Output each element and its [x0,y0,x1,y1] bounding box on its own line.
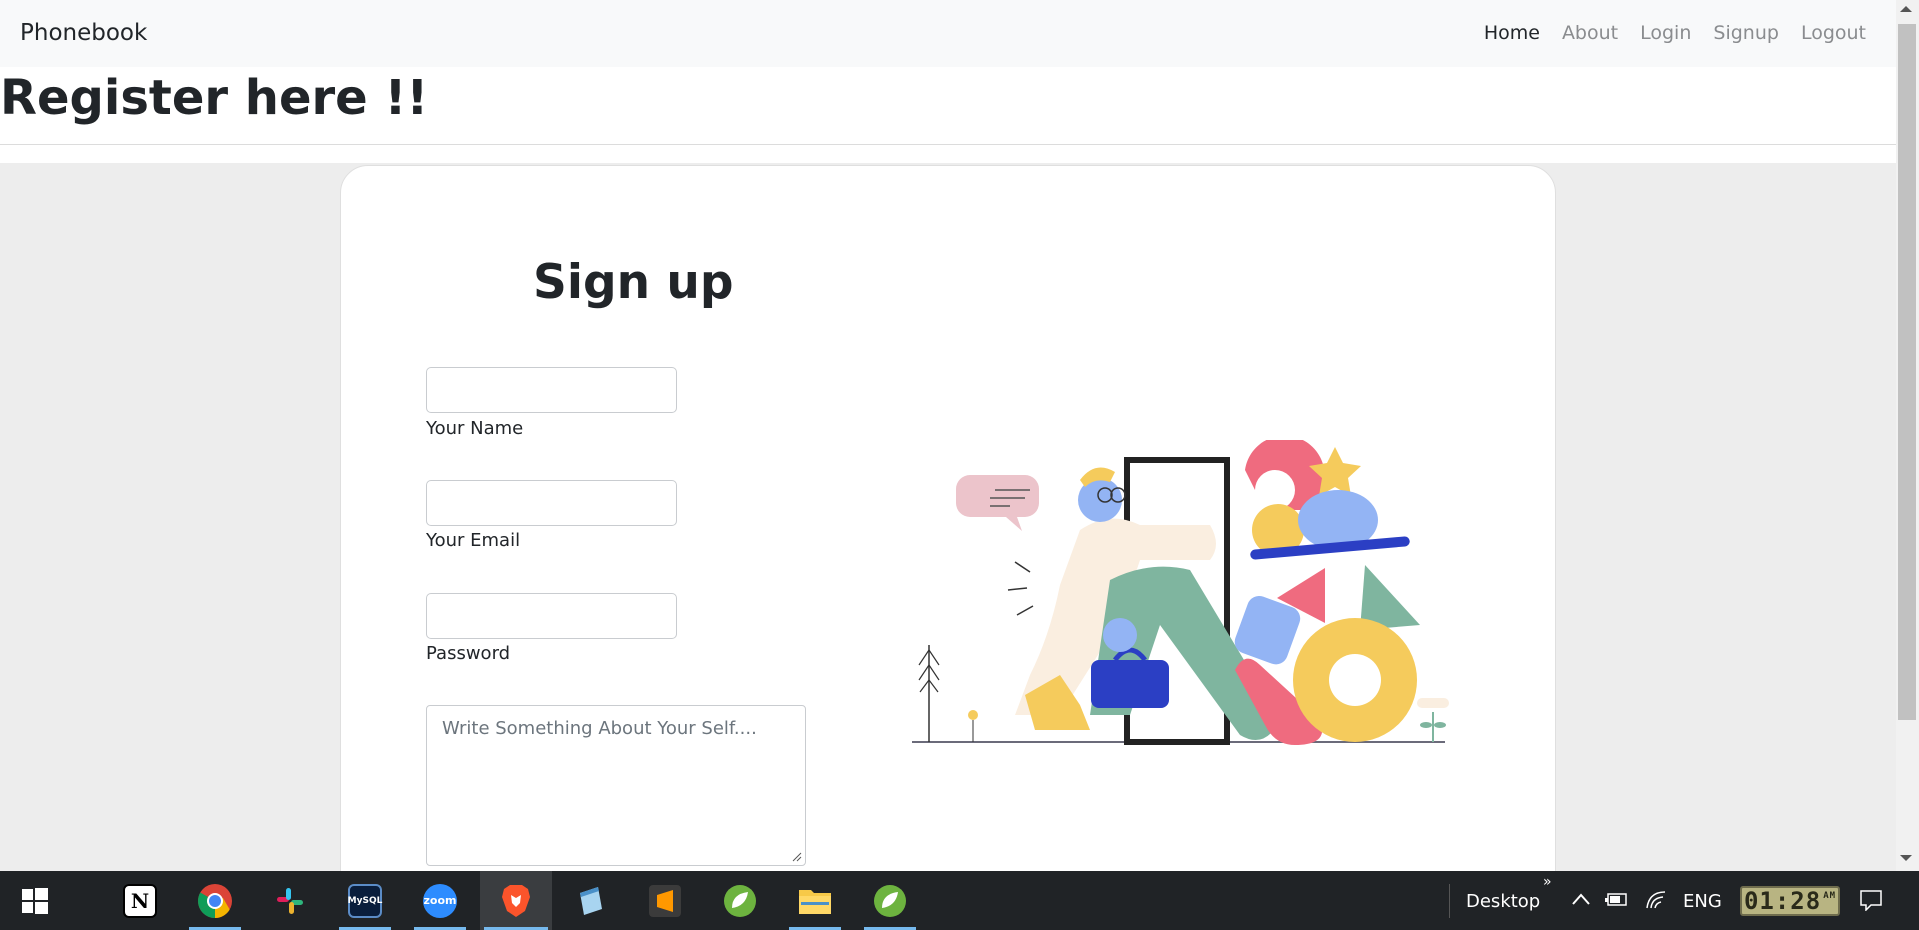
folder-icon [799,889,831,914]
spring-icon [874,884,906,917]
taskbar-mysql[interactable]: MySQL [335,871,395,930]
wifi-icon[interactable] [1645,890,1667,910]
scroll-thumb[interactable] [1898,24,1916,720]
taskbar-slack[interactable] [260,871,320,930]
page-title: Register here !! [0,70,429,126]
resize-grip-icon[interactable] [792,852,802,862]
nav-link-about[interactable]: About [1562,22,1618,44]
spring-icon [724,884,756,917]
taskbar-spring-2[interactable] [860,871,920,930]
signup-title: Sign up [533,255,734,310]
password-label: Password [426,643,511,664]
nav-link-signup[interactable]: Signup [1713,22,1779,44]
name-input[interactable] [426,367,677,413]
email-input[interactable] [426,480,677,526]
taskbar-notion[interactable]: N [110,871,170,930]
nav-links: Home About Login Signup Logout [1462,22,1866,44]
notepad-icon [580,886,602,915]
notion-icon: N [123,883,157,918]
sublime-icon [649,884,681,917]
taskbar-separator [1449,884,1450,918]
zoom-icon: zoom [423,883,457,918]
divider [0,144,1896,145]
clock-suffix: AM [1823,891,1837,901]
taskbar-chrome[interactable] [185,871,245,930]
toolbar-chevron-icon[interactable]: » [1543,874,1552,890]
taskbar-spring[interactable] [710,871,770,930]
scroll-up-icon[interactable] [1900,6,1912,12]
taskbar-notepad[interactable] [560,871,620,930]
windows-icon [22,887,48,914]
email-label: Your Email [426,530,521,551]
scroll-down-icon[interactable] [1900,855,1912,861]
start-button[interactable] [10,871,60,930]
show-hidden-icons-icon[interactable] [1571,892,1591,906]
nav-link-home[interactable]: Home [1484,22,1540,44]
clock-time: 01:28 [1743,887,1822,915]
battery-icon[interactable] [1605,890,1629,908]
about-textarea[interactable]: Write Something About Your Self.... [426,705,806,866]
navbar-brand[interactable]: Phonebook [20,20,147,46]
navbar: Phonebook Home About Login Signup Logout [0,0,1896,67]
brave-icon [502,884,530,917]
signup-illustration [912,440,1449,745]
taskbar-sublime[interactable] [635,871,695,930]
name-label: Your Name [426,418,524,439]
password-input[interactable] [426,593,677,639]
slack-icon [277,887,303,914]
nav-link-login[interactable]: Login [1640,22,1691,44]
taskbar-clock[interactable]: 01:28 AM [1740,886,1840,916]
desktop-toolbar-label[interactable]: Desktop [1466,891,1540,912]
taskbar-zoom[interactable]: zoom [410,871,470,930]
nav-link-logout[interactable]: Logout [1801,22,1866,44]
about-placeholder: Write Something About Your Self.... [442,718,757,739]
browser-viewport: Phonebook Home About Login Signup Logout… [0,0,1896,871]
chrome-icon [198,883,232,918]
taskbar-brave[interactable] [480,871,552,930]
language-indicator[interactable]: ENG [1683,891,1722,912]
mysql-icon: MySQL [348,883,382,918]
action-center-icon[interactable] [1859,889,1883,911]
taskbar-file-explorer[interactable] [785,871,845,930]
